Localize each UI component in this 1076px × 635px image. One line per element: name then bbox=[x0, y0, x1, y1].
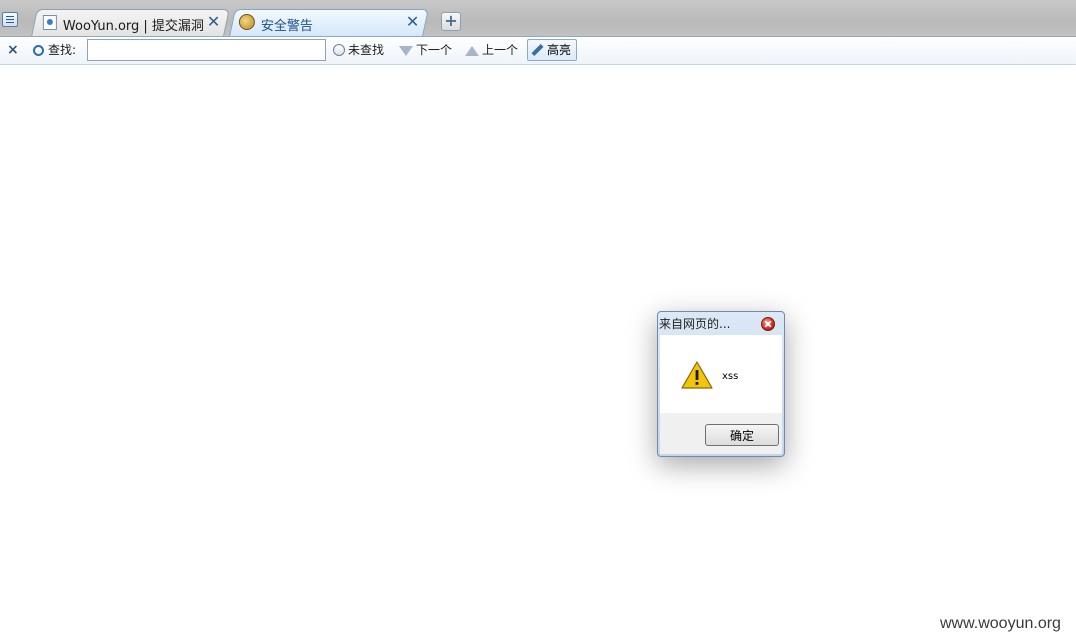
arrow-down-icon bbox=[399, 46, 413, 56]
highlight-button[interactable]: 高亮 bbox=[527, 39, 577, 61]
tab-title: 安全警告 bbox=[260, 19, 313, 34]
find-status-text: 未查找 bbox=[348, 43, 385, 57]
find-label: 查找: bbox=[33, 37, 76, 64]
watermark: www.wooyun.org bbox=[940, 615, 1061, 632]
tab-strip: WooYun.org | 提交漏洞 ✕ 安全警告 ✕ + bbox=[0, 0, 1076, 37]
find-previous-button[interactable]: 上一个 bbox=[465, 37, 518, 64]
ok-button[interactable]: 确定 bbox=[705, 424, 779, 446]
warning-icon bbox=[681, 361, 713, 389]
tab-title: WooYun.org | 提交漏洞 bbox=[62, 19, 204, 34]
find-bar-close-icon[interactable]: × bbox=[7, 37, 19, 64]
find-input[interactable] bbox=[87, 39, 326, 61]
browser-menu-button[interactable] bbox=[2, 12, 18, 27]
find-previous-label: 上一个 bbox=[482, 43, 519, 57]
arrow-up-icon bbox=[465, 46, 479, 56]
tab-security-warning[interactable]: 安全警告 ✕ bbox=[229, 9, 429, 36]
pencil-icon bbox=[531, 43, 544, 57]
tab-wooyun-submit[interactable]: WooYun.org | 提交漏洞 ✕ bbox=[31, 9, 230, 36]
dialog-title: 来自网页的... bbox=[659, 317, 731, 331]
status-icon bbox=[333, 44, 345, 56]
find-bar: × 查找: 未查找 下一个 上一个 高亮 bbox=[0, 37, 1076, 65]
find-status: 未查找 bbox=[333, 37, 384, 64]
dialog-body: xss bbox=[660, 335, 782, 413]
dialog-message: xss bbox=[722, 371, 739, 382]
highlight-label: 高亮 bbox=[547, 43, 572, 57]
find-next-button[interactable]: 下一个 bbox=[399, 37, 452, 64]
dialog-close-icon[interactable] bbox=[761, 317, 775, 331]
new-tab-button[interactable]: + bbox=[441, 12, 461, 31]
find-next-label: 下一个 bbox=[416, 43, 453, 57]
document-icon bbox=[42, 15, 57, 30]
alert-dialog: 来自网页的... xss 确定 bbox=[657, 311, 785, 457]
tab-close-icon[interactable]: ✕ bbox=[207, 12, 220, 32]
shield-icon bbox=[238, 14, 255, 30]
find-label-text: 查找: bbox=[48, 43, 77, 57]
dialog-footer: 确定 bbox=[660, 413, 782, 454]
search-icon bbox=[33, 45, 44, 56]
tab-close-icon[interactable]: ✕ bbox=[406, 12, 419, 32]
